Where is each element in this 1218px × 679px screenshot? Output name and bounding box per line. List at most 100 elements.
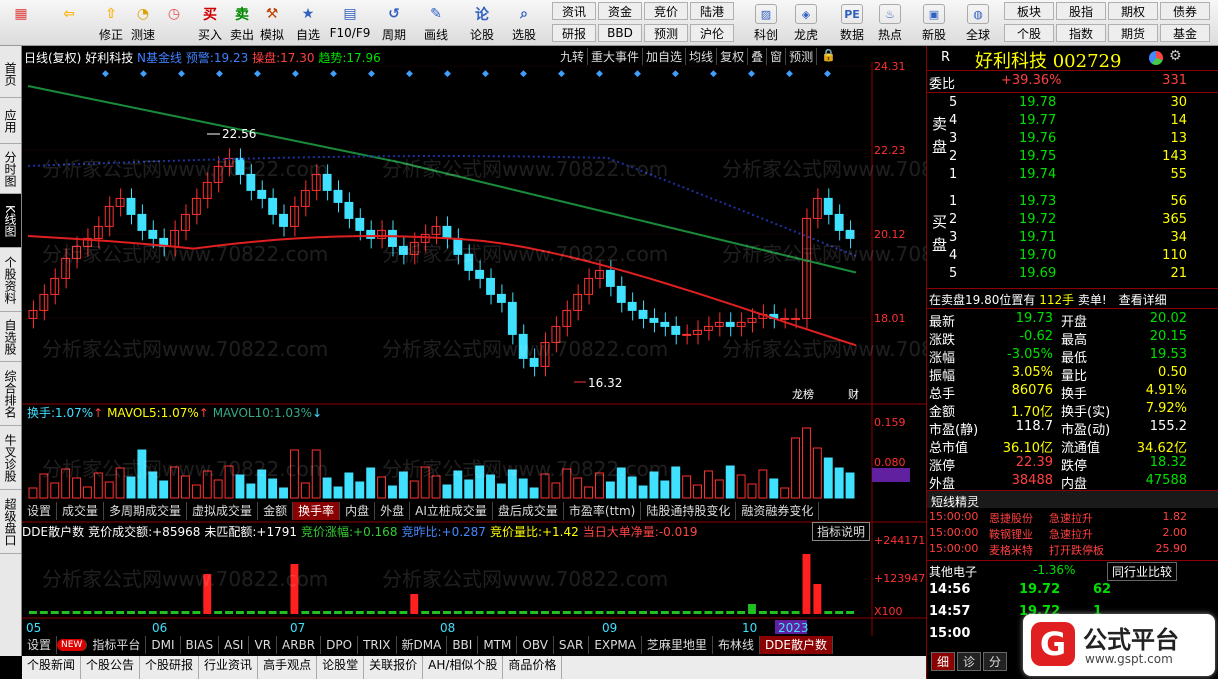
toolbar-买入-button[interactable]: 买买入 <box>193 2 227 44</box>
vol-tab-3[interactable]: 虚拟成交量 <box>187 502 259 520</box>
sidebar-tab-3[interactable]: K线图 <box>0 194 21 248</box>
buy-level-row[interactable]: 5 19.69 21 <box>927 266 1187 284</box>
indicator-tab-12[interactable]: OBV <box>517 636 554 654</box>
chart-top-button-4[interactable]: 复权 <box>717 48 749 65</box>
market-button-7[interactable]: 基金 <box>1160 24 1210 42</box>
mini-button-4[interactable]: 研报 <box>552 24 596 42</box>
indicator-tab-15[interactable]: 芝麻里地里 <box>642 636 713 654</box>
sell-level-row[interactable]: 4 19.77 14 <box>927 113 1187 131</box>
vol-tab-11[interactable]: 陆股通持股变化 <box>641 502 737 520</box>
indicator-tab-10[interactable]: BBI <box>447 636 479 654</box>
info-tab-8[interactable]: 商品价格 <box>503 656 563 679</box>
gear-icon[interactable]: ⚙ <box>1169 48 1182 64</box>
mini-button-6[interactable]: 预测 <box>644 24 688 42</box>
info-tab-6[interactable]: 关联报价 <box>364 656 424 679</box>
toolbar-grid-button[interactable]: ▦ <box>4 2 38 44</box>
toolbar-clock-button[interactable]: ◷ <box>157 2 191 44</box>
indicator-tab-9[interactable]: 新DMA <box>397 636 448 654</box>
mini-button-7[interactable]: 沪伦 <box>690 24 734 42</box>
lock-icon[interactable]: 🔒 <box>817 48 840 65</box>
quote-tab-1[interactable]: 诊 <box>957 652 982 671</box>
toolbar-选股-button[interactable]: ⌕ 选股 <box>507 2 541 44</box>
sidebar-tab-5[interactable]: 自选股 <box>0 312 21 362</box>
sell-level-row[interactable]: 5 19.78 30 <box>927 95 1187 113</box>
mini-button-3[interactable]: 陆港 <box>690 2 734 20</box>
sidebar-tab-7[interactable]: 牛叉诊股 <box>0 426 21 490</box>
vol-tab-12[interactable]: 融资融券变化 <box>736 502 820 520</box>
market-button-4[interactable]: 个股 <box>1004 24 1054 42</box>
market-button-5[interactable]: 指数 <box>1056 24 1106 42</box>
info-tab-4[interactable]: 高手观点 <box>258 656 318 679</box>
toolbar-修正-button[interactable]: ⇧ 修正 <box>94 2 128 44</box>
vol-tab-10[interactable]: 市盈率(ttm) <box>564 502 642 520</box>
info-tab-3[interactable]: 行业资讯 <box>199 656 259 679</box>
chart-top-button-2[interactable]: 加自选 <box>643 48 687 65</box>
sidebar-tab-0[interactable]: 首页 <box>0 50 21 98</box>
indicator-tab-16[interactable]: 布林线 <box>713 636 760 654</box>
market-button-3[interactable]: 债券 <box>1160 2 1210 20</box>
vol-tab-2[interactable]: 多周期成交量 <box>104 502 188 520</box>
toolbar-卖出-button[interactable]: 卖卖出 <box>225 2 259 44</box>
chart-top-button-7[interactable]: 预测 <box>786 48 818 65</box>
vol-tab-1[interactable]: 成交量 <box>57 502 105 520</box>
vol-tab-8[interactable]: AI立桩成交量 <box>410 502 493 520</box>
toolbar-周期-button[interactable]: ↺ 周期 <box>377 2 411 44</box>
market-button-6[interactable]: 期货 <box>1108 24 1158 42</box>
indicator-tab-17[interactable]: DDE散户数 <box>759 636 834 654</box>
info-tab-1[interactable]: 个股公告 <box>81 656 141 679</box>
pie-icon[interactable] <box>1149 51 1163 65</box>
sidebar-tab-6[interactable]: 综合排名 <box>0 362 21 426</box>
buy-level-row[interactable]: 2 19.72 365 <box>927 212 1187 230</box>
mini-button-2[interactable]: 竞价 <box>644 2 688 20</box>
info-tab-0[interactable]: 个股新闻 <box>22 656 82 679</box>
indicator-explain-button[interactable]: 指标说明 <box>812 522 871 541</box>
toolbar-全球-button[interactable]: ◍ 全球 <box>958 2 998 44</box>
indicator-tab-3[interactable]: BIAS <box>181 636 220 654</box>
info-tab-5[interactable]: 论股堂 <box>317 656 365 679</box>
chart-top-button-3[interactable]: 均线 <box>686 48 718 65</box>
buy-level-row[interactable]: 4 19.70 110 <box>927 248 1187 266</box>
indicator-tab-8[interactable]: TRIX <box>358 636 397 654</box>
indicator-tab-13[interactable]: SAR <box>554 636 590 654</box>
toolbar-科创-button[interactable]: ▨ 科创 <box>746 2 786 44</box>
toolbar-back-arrow-button[interactable]: ⇦ <box>52 2 86 44</box>
toolbar-热点-button[interactable]: ♨ 热点 <box>870 2 910 44</box>
market-button-1[interactable]: 股指 <box>1056 2 1106 20</box>
kline-chart-area[interactable]: 24.3122.2320.1218.010.1590.0800.050+2441… <box>22 46 926 636</box>
chart-top-button-0[interactable]: 九转 <box>557 48 589 65</box>
vol-tab-0[interactable]: 设置 <box>22 502 58 520</box>
toolbar-龙虎-button[interactable]: ◈ 龙虎 <box>786 2 826 44</box>
sell-level-row[interactable]: 1 19.74 55 <box>927 167 1187 185</box>
toolbar-画线-button[interactable]: ✎ 画线 <box>419 2 453 44</box>
buy-level-row[interactable]: 3 19.71 34 <box>927 230 1187 248</box>
market-button-0[interactable]: 板块 <box>1004 2 1054 20</box>
vol-tab-7[interactable]: 外盘 <box>375 502 411 520</box>
quote-tab-2[interactable]: 分 <box>983 652 1008 671</box>
indicator-tab-0[interactable]: 设置 <box>22 636 58 654</box>
sell-level-row[interactable]: 3 19.76 13 <box>927 131 1187 149</box>
mini-button-5[interactable]: BBD <box>598 24 642 42</box>
chart-top-button-6[interactable]: 窗 <box>767 48 787 65</box>
toolbar-自选-button[interactable]: ★ 自选 <box>291 2 325 44</box>
info-tab-7[interactable]: AH/相似个股 <box>423 656 504 679</box>
toolbar-测速-button[interactable]: ◔ 测速 <box>126 2 160 44</box>
indicator-tab-1[interactable]: 指标平台 <box>87 636 147 654</box>
sidebar-tab-1[interactable]: 应用 <box>0 98 21 144</box>
sidebar-tab-2[interactable]: 分时图 <box>0 144 21 194</box>
info-tab-2[interactable]: 个股研报 <box>140 656 200 679</box>
indicator-tab-11[interactable]: MTM <box>478 636 518 654</box>
buy-level-row[interactable]: 1 19.73 56 <box>927 194 1187 212</box>
chart-top-button-5[interactable]: 叠 <box>748 48 768 65</box>
indicator-tab-5[interactable]: VR <box>249 636 278 654</box>
sell-level-row[interactable]: 2 19.75 143 <box>927 149 1187 167</box>
sector-compare-button[interactable]: 同行业比较 <box>1107 562 1178 581</box>
indicator-tab-14[interactable]: EXPMA <box>589 636 642 654</box>
toolbar-数据-button[interactable]: PE 数据 <box>832 2 872 44</box>
vol-tab-9[interactable]: 盘后成交量 <box>493 502 564 520</box>
quote-tab-0[interactable]: 细 <box>931 652 956 671</box>
indicator-tab-2[interactable]: DMI <box>146 636 181 654</box>
toolbar-F10/F9-button[interactable]: ▤ F10/F9 <box>330 2 371 44</box>
indicator-tab-4[interactable]: ASI <box>219 636 250 654</box>
vol-tab-4[interactable]: 金额 <box>258 502 294 520</box>
short-row[interactable]: 15:00:00 麦格米特 打开跌停板 25.90 <box>927 542 1187 560</box>
